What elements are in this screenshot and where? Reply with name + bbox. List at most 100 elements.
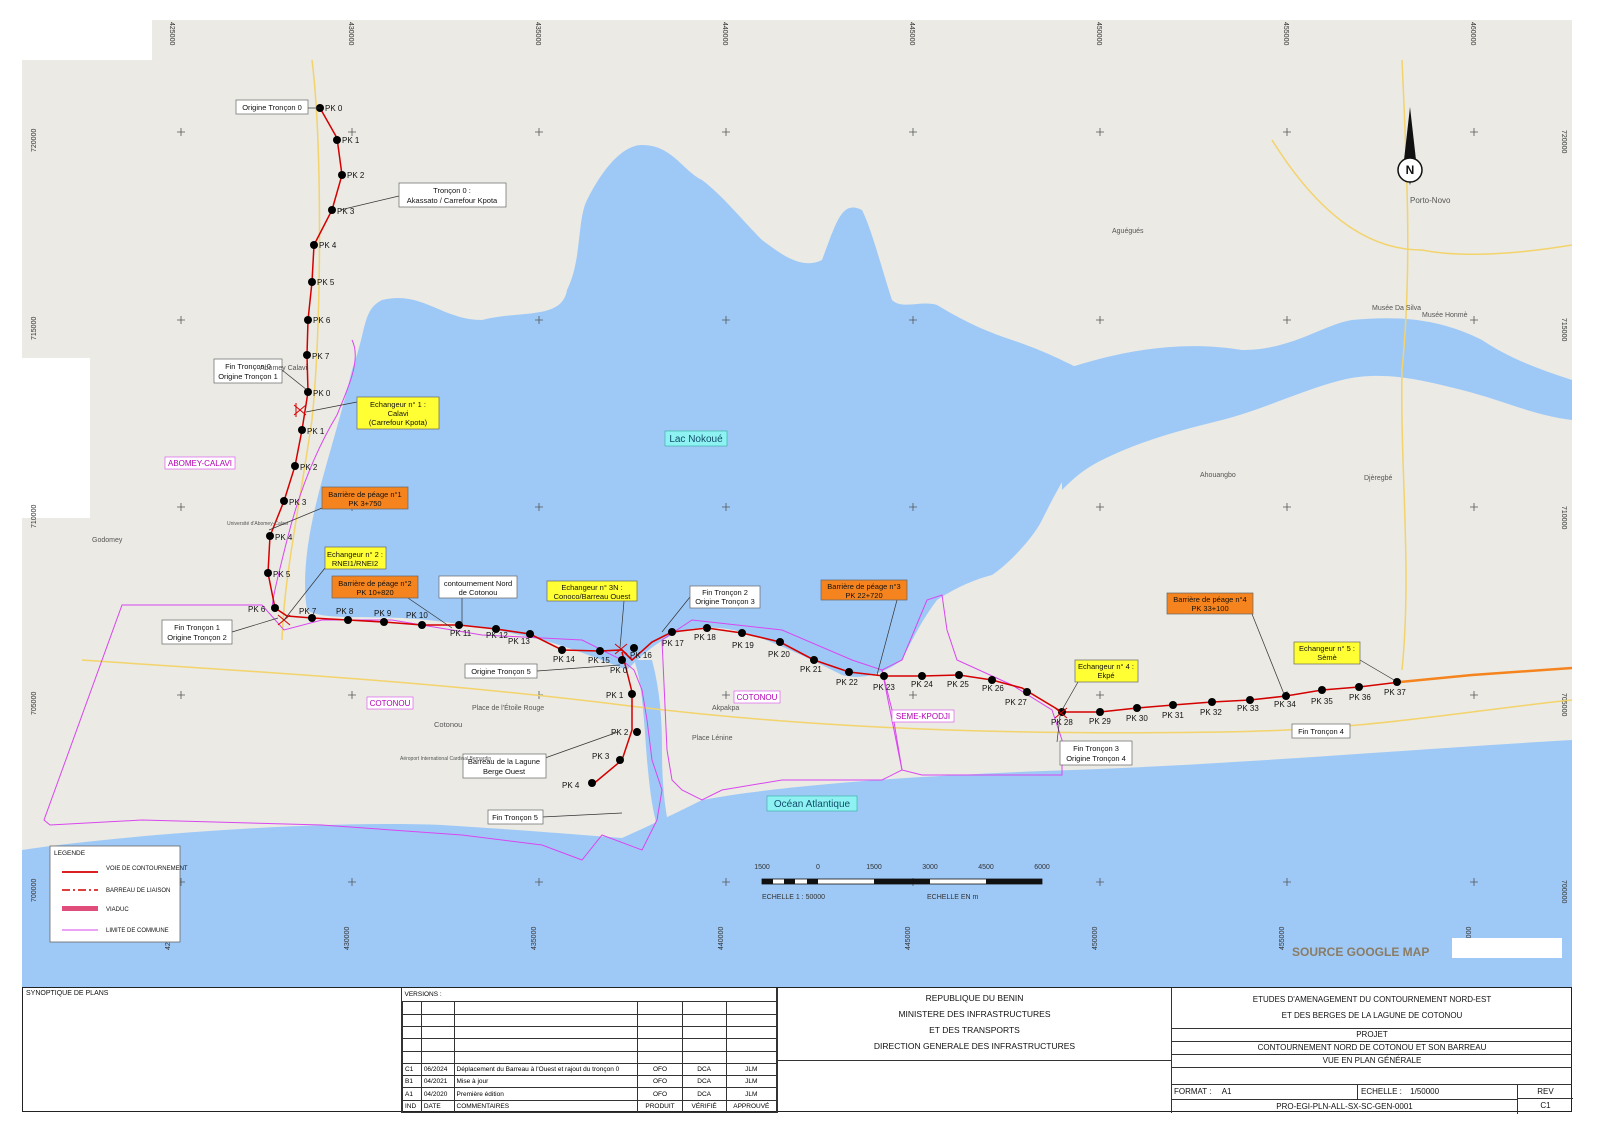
scale-number: 4500 — [978, 864, 994, 871]
coord-tick-x: 455000 — [1279, 927, 1286, 950]
peage-3-line2: PK 22+720 — [845, 591, 882, 600]
place-label: Place de l'Étoile Rouge — [472, 703, 544, 712]
pk-point — [1393, 678, 1401, 686]
study-line: ET DES BERGES DE LA LAGUNE DE COTONOU — [1281, 1011, 1463, 1020]
pk-label: PK 30 — [1126, 714, 1148, 723]
pk-point — [596, 647, 604, 655]
pk-label: PK 5 — [317, 278, 335, 287]
echangeur-3n-line1: Echangeur n° 3N : — [561, 583, 622, 592]
echangeur-1-line3: (Carrefour Kpota) — [369, 418, 428, 427]
echangeur-1-line2: Calavi — [388, 409, 409, 418]
commune-cotonou-west: COTONOU — [370, 699, 411, 708]
versions-empty-row — [402, 1001, 778, 1015]
pk-point — [298, 426, 306, 434]
pk-label: PK 7 — [312, 352, 330, 361]
pk-label: PK 0 — [610, 666, 628, 675]
pk-point — [308, 278, 316, 286]
pk-point — [1208, 698, 1216, 706]
coord-tick-x: 430000 — [347, 22, 354, 45]
map-area[interactable]: 425000 430000 435000 440000 445000 45000… — [22, 20, 1572, 987]
pk-point — [738, 629, 746, 637]
projet-label: PROJET — [1172, 1029, 1572, 1042]
contournement-line1: contournement Nord — [444, 579, 512, 588]
coord-tick-y: 715000 — [1560, 318, 1567, 341]
pk-label: PK 24 — [911, 680, 933, 689]
pk-point — [845, 668, 853, 676]
pk-label: PK 23 — [873, 683, 895, 692]
pk-label: PK 37 — [1384, 688, 1406, 697]
place-label: Ahouangbo — [1200, 472, 1236, 479]
place-label: Djèregbé — [1364, 475, 1393, 482]
legend-item: VOIE DE CONTOURNEMENT — [106, 866, 188, 872]
coord-tick-x: 425000 — [168, 22, 175, 45]
coord-tick-x: 440000 — [718, 927, 725, 950]
title-block: SYNOPTIQUE DE PLANS VERSIONS : C1 06/2024… — [22, 987, 1573, 1114]
echelle-value: 1/50000 — [1410, 1087, 1440, 1096]
pk-point — [918, 672, 926, 680]
pk-point — [328, 206, 336, 214]
fin-troncon-1-line2: Origine Tronçon 2 — [167, 633, 227, 642]
pk-point — [1282, 692, 1290, 700]
pk-label: PK 13 — [508, 637, 530, 646]
pk-label: PK 33 — [1237, 704, 1259, 713]
blank-area-top-left — [22, 20, 152, 60]
ministry-line: MINISTERE DES INFRASTRUCTURES — [898, 1009, 1051, 1019]
pk-label: PK 27 — [1005, 698, 1027, 707]
pk-point — [304, 316, 312, 324]
scale-number: 0 — [816, 864, 820, 871]
pk-point — [1169, 701, 1177, 709]
coord-tick-y: 705000 — [1560, 693, 1567, 716]
fin-troncon-1-line1: Fin Tronçon 1 — [174, 623, 220, 632]
coord-tick-x: 460000 — [1469, 22, 1476, 45]
pk-label: PK 0 — [325, 104, 343, 113]
commune-cotonou-east: COTONOU — [737, 693, 778, 702]
echangeur-2-line1: Echangeur n° 2 : — [327, 550, 383, 559]
projet-line: VUE EN PLAN GÉNÉRALE — [1172, 1055, 1572, 1068]
peage-4-line2: PK 33+100 — [1191, 604, 1228, 613]
place-label: Musée Da Silva — [1372, 305, 1421, 312]
synoptique-label: SYNOPTIQUE DE PLANS — [26, 990, 109, 997]
echangeur-5-line2: Sèmè — [1317, 653, 1337, 662]
place-label: Akpakpa — [712, 705, 739, 712]
source-text: SOURCE GOOGLE MAP — [1292, 945, 1429, 959]
pk-point — [264, 569, 272, 577]
fin-troncon-0-line2: Origine Tronçon 1 — [218, 372, 278, 381]
scale-number: 3000 — [922, 864, 938, 871]
versions-empty-row — [402, 1038, 778, 1052]
pk-point — [1318, 686, 1326, 694]
pk-label: PK 21 — [800, 665, 822, 674]
legend-item: LIMITE DE COMMUNE — [106, 928, 169, 934]
pk-label: PK 2 — [347, 171, 365, 180]
coord-tick-y: 710000 — [31, 505, 38, 528]
ministry-panel: REPUBLIQUE DU BENIN MINISTERE DES INFRAS… — [777, 988, 1172, 1113]
pk-label: PK 20 — [768, 650, 790, 659]
pk-label: PK 8 — [336, 607, 354, 616]
pk-label: PK 6 — [248, 605, 266, 614]
coord-tick-x: 450000 — [1092, 927, 1099, 950]
pk-label: PK 14 — [553, 655, 575, 664]
echangeur-2-line2: RNEI1/RNEI2 — [332, 559, 378, 568]
ministry-line: REPUBLIQUE DU BENIN — [925, 993, 1024, 1003]
pk-label: PK 7 — [299, 607, 317, 616]
project-panel: ETUDES D'AMENAGEMENT DU CONTOURNEMENT NO… — [1172, 988, 1573, 1114]
rev-value: C1 — [1540, 1101, 1551, 1110]
pk-label: PK 34 — [1274, 700, 1296, 709]
format-label: FORMAT : — [1174, 1087, 1212, 1096]
coord-tick-y: 700000 — [1560, 880, 1567, 903]
troncon-0-title: Tronçon 0 : — [433, 186, 471, 195]
pk-label: PK 15 — [588, 656, 610, 665]
place-label: Godomey — [92, 537, 123, 544]
fin-troncon-3-line2: Origine Tronçon 4 — [1066, 754, 1126, 763]
pk-label: PK 18 — [694, 633, 716, 642]
echangeur-5-line1: Echangeur n° 5 : — [1299, 644, 1355, 653]
pk-label: PK 17 — [662, 639, 684, 648]
barreau-line2: Berge Ouest — [483, 767, 526, 776]
versions-row: B1 04/2021 Mise à jour OFO DCA JLM — [402, 1075, 778, 1089]
coord-tick-y: 710000 — [1560, 506, 1567, 529]
commune-abomey-calavi: ABOMEY-CALAVI — [168, 459, 232, 468]
pk-label: PK 3 — [289, 498, 307, 507]
pk-point — [668, 628, 676, 636]
pk-point — [338, 171, 346, 179]
pk-label: PK 29 — [1089, 717, 1111, 726]
annotation-origine-t0: Origine Tronçon 0 — [235, 99, 320, 115]
